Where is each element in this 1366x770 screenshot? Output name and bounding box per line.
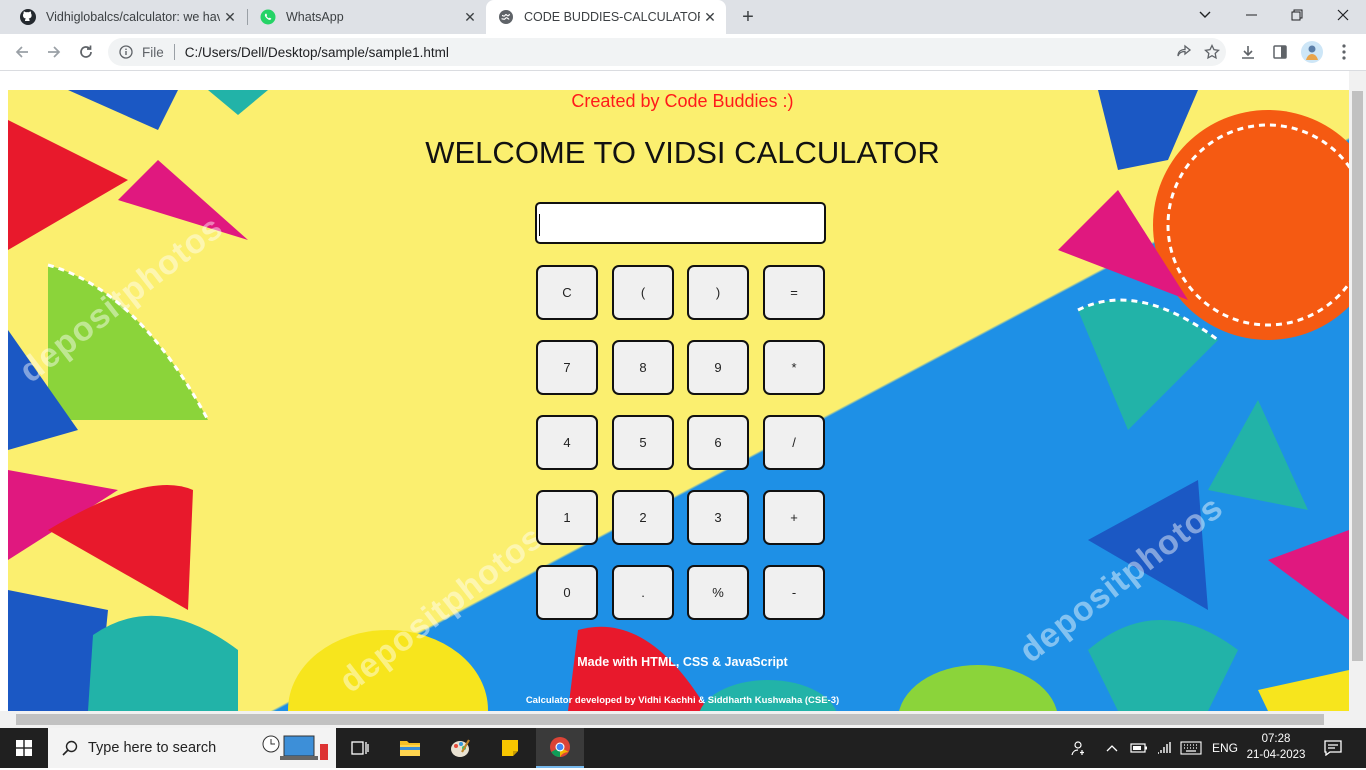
- notifications-icon[interactable]: [1324, 728, 1342, 768]
- profile-avatar-icon[interactable]: [1298, 38, 1326, 66]
- tab-title: Vidhiglobalcs/calculator: we have: [46, 10, 220, 24]
- horizontal-scrollbar[interactable]: [0, 711, 1366, 728]
- key-2-button[interactable]: 2: [612, 490, 674, 545]
- tab-title: CODE BUDDIES-CALCULATOR: [524, 10, 700, 24]
- sticky-notes-icon[interactable]: [486, 728, 534, 768]
- fraction-pieces-background-icon: [8, 90, 1349, 711]
- key-multiply-button[interactable]: *: [763, 340, 825, 395]
- globe-icon: [498, 9, 514, 25]
- tab-title: WhatsApp: [286, 10, 344, 24]
- side-panel-icon[interactable]: [1266, 38, 1294, 66]
- reload-icon[interactable]: [72, 38, 100, 66]
- paint-icon[interactable]: [436, 728, 484, 768]
- scroll-thumb[interactable]: [1352, 91, 1363, 661]
- restore-button[interactable]: [1274, 0, 1320, 30]
- people-icon[interactable]: [1070, 728, 1088, 768]
- tab-search-chevron-icon[interactable]: [1182, 0, 1228, 30]
- forward-icon[interactable]: [40, 38, 68, 66]
- text-caret: [539, 214, 540, 236]
- task-view-icon[interactable]: [336, 728, 384, 768]
- key-open-paren-button[interactable]: (: [612, 265, 674, 320]
- key-clear-button[interactable]: C: [536, 265, 598, 320]
- keyboard-icon[interactable]: [1180, 728, 1202, 768]
- github-icon: [20, 9, 36, 25]
- address-divider: [173, 44, 175, 60]
- calculator-page: depositphotos depositphotos depositphoto…: [8, 90, 1349, 711]
- share-icon[interactable]: [1176, 44, 1192, 63]
- url-text: C:/Users/Dell/Desktop/sample/sample1.htm…: [184, 44, 449, 60]
- close-icon[interactable]: ✕: [220, 7, 240, 27]
- key-percent-button[interactable]: %: [687, 565, 749, 620]
- scheme-label: File: [142, 44, 164, 60]
- bookmark-star-icon[interactable]: [1204, 43, 1220, 63]
- taskbar-search-input[interactable]: Type here to search: [48, 728, 336, 768]
- key-8-button[interactable]: 8: [612, 340, 674, 395]
- windows-taskbar: Type here to search ENG 07:28 21-04-2023: [0, 728, 1366, 768]
- developer-credit-text: Calculator developed by Vidhi Kachhi & S…: [525, 695, 840, 706]
- page-title: WELCOME TO VIDSI CALCULATOR: [425, 135, 940, 170]
- made-with-text: Made with HTML, CSS & JavaScript: [577, 655, 788, 669]
- address-bar[interactable]: File C:/Users/Dell/Desktop/sample/sample…: [108, 38, 1226, 66]
- scroll-thumb[interactable]: [16, 714, 1324, 725]
- clock-date: 21-04-2023: [1246, 749, 1306, 761]
- vertical-scrollbar[interactable]: [1349, 71, 1366, 711]
- whatsapp-icon: [260, 9, 276, 25]
- key-decimal-button[interactable]: .: [612, 565, 674, 620]
- browser-toolbar: File C:/Users/Dell/Desktop/sample/sample…: [0, 34, 1366, 71]
- key-0-button[interactable]: 0: [536, 565, 598, 620]
- battery-icon[interactable]: [1130, 728, 1148, 768]
- key-equals-button[interactable]: =: [763, 265, 825, 320]
- calculator-display-input[interactable]: [535, 202, 826, 244]
- search-placeholder: Type here to search: [88, 740, 217, 756]
- chrome-taskbar-icon[interactable]: [536, 728, 584, 768]
- close-icon[interactable]: ✕: [460, 7, 480, 27]
- tab-strip: Vidhiglobalcs/calculator: we have ✕ What…: [0, 0, 1366, 34]
- key-divide-button[interactable]: /: [763, 415, 825, 470]
- search-icon: [62, 740, 78, 756]
- tab-calculator[interactable]: CODE BUDDIES-CALCULATOR ✕: [486, 0, 726, 34]
- language-indicator[interactable]: ENG: [1212, 728, 1238, 768]
- close-window-button[interactable]: [1320, 0, 1366, 30]
- key-9-button[interactable]: 9: [687, 340, 749, 395]
- key-3-button[interactable]: 3: [687, 490, 749, 545]
- windows-start-icon[interactable]: [0, 728, 48, 768]
- new-tab-button[interactable]: +: [736, 5, 760, 29]
- created-by-text: Created by Code Buddies :): [571, 91, 794, 111]
- close-icon[interactable]: ✕: [700, 7, 720, 27]
- key-1-button[interactable]: 1: [536, 490, 598, 545]
- back-icon[interactable]: [8, 38, 36, 66]
- menu-dots-icon[interactable]: [1330, 38, 1358, 66]
- page-viewport: depositphotos depositphotos depositphoto…: [0, 71, 1366, 711]
- clock-time: 07:28: [1261, 733, 1291, 745]
- key-close-paren-button[interactable]: ): [687, 265, 749, 320]
- file-explorer-icon[interactable]: [386, 728, 434, 768]
- tab-github[interactable]: Vidhiglobalcs/calculator: we have ✕: [8, 0, 246, 34]
- key-minus-button[interactable]: -: [763, 565, 825, 620]
- tab-whatsapp[interactable]: WhatsApp ✕: [248, 0, 486, 34]
- key-6-button[interactable]: 6: [687, 415, 749, 470]
- wifi-icon[interactable]: [1156, 728, 1172, 768]
- download-icon[interactable]: [1234, 38, 1262, 66]
- minimize-button[interactable]: [1228, 0, 1274, 30]
- taskbar-clock[interactable]: 07:28 21-04-2023: [1246, 731, 1306, 763]
- chevron-up-icon[interactable]: [1106, 728, 1118, 768]
- key-plus-button[interactable]: +: [763, 490, 825, 545]
- key-7-button[interactable]: 7: [536, 340, 598, 395]
- key-5-button[interactable]: 5: [612, 415, 674, 470]
- search-highlight-illustration-icon: [256, 730, 336, 770]
- key-4-button[interactable]: 4: [536, 415, 598, 470]
- info-icon[interactable]: [118, 44, 134, 60]
